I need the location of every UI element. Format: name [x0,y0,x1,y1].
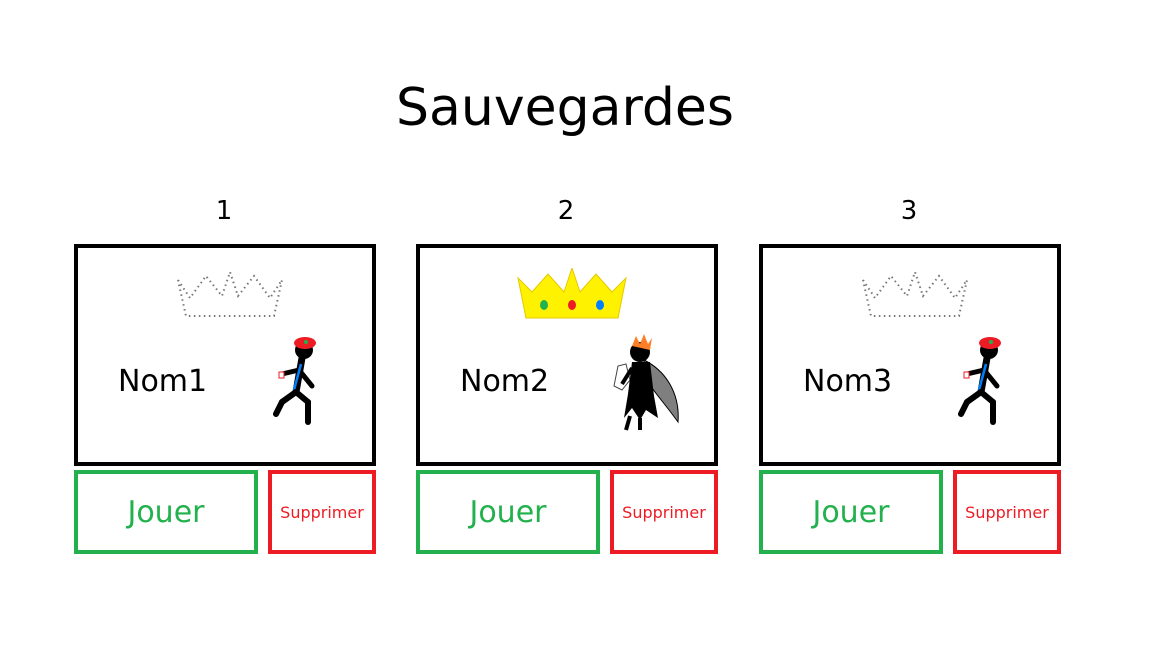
save-slot-1: 1 Nom1 Jouer Supprimer [74,196,376,556]
runner-red-cap-icon [953,334,1023,434]
save-card[interactable]: Nom3 [759,244,1061,466]
delete-button[interactable]: Supprimer [268,470,376,554]
player-name: Nom2 [460,364,550,399]
empty-crown-outline-icon [857,268,973,324]
slot-number: 1 [215,196,233,226]
delete-button[interactable]: Supprimer [610,470,718,554]
save-slot-3: 3 Nom3 Jouer Supprimer [759,196,1061,556]
empty-crown-outline-icon [172,268,288,324]
save-card[interactable]: Nom1 [74,244,376,466]
play-button[interactable]: Jouer [74,470,258,554]
play-button[interactable]: Jouer [759,470,943,554]
save-card[interactable]: Nom2 [416,244,718,466]
play-button[interactable]: Jouer [416,470,600,554]
delete-button[interactable]: Supprimer [953,470,1061,554]
gold-crown-icon [514,268,630,324]
slot-number: 2 [557,196,575,226]
dark-winged-warrior-icon [610,334,680,434]
player-name: Nom3 [803,364,893,399]
player-name: Nom1 [118,364,208,399]
page-title: Sauvegardes [395,78,735,138]
runner-red-cap-icon [268,334,338,434]
save-slot-2: 2 Nom2 Jouer Supprimer [416,196,718,556]
slot-number: 3 [900,196,918,226]
